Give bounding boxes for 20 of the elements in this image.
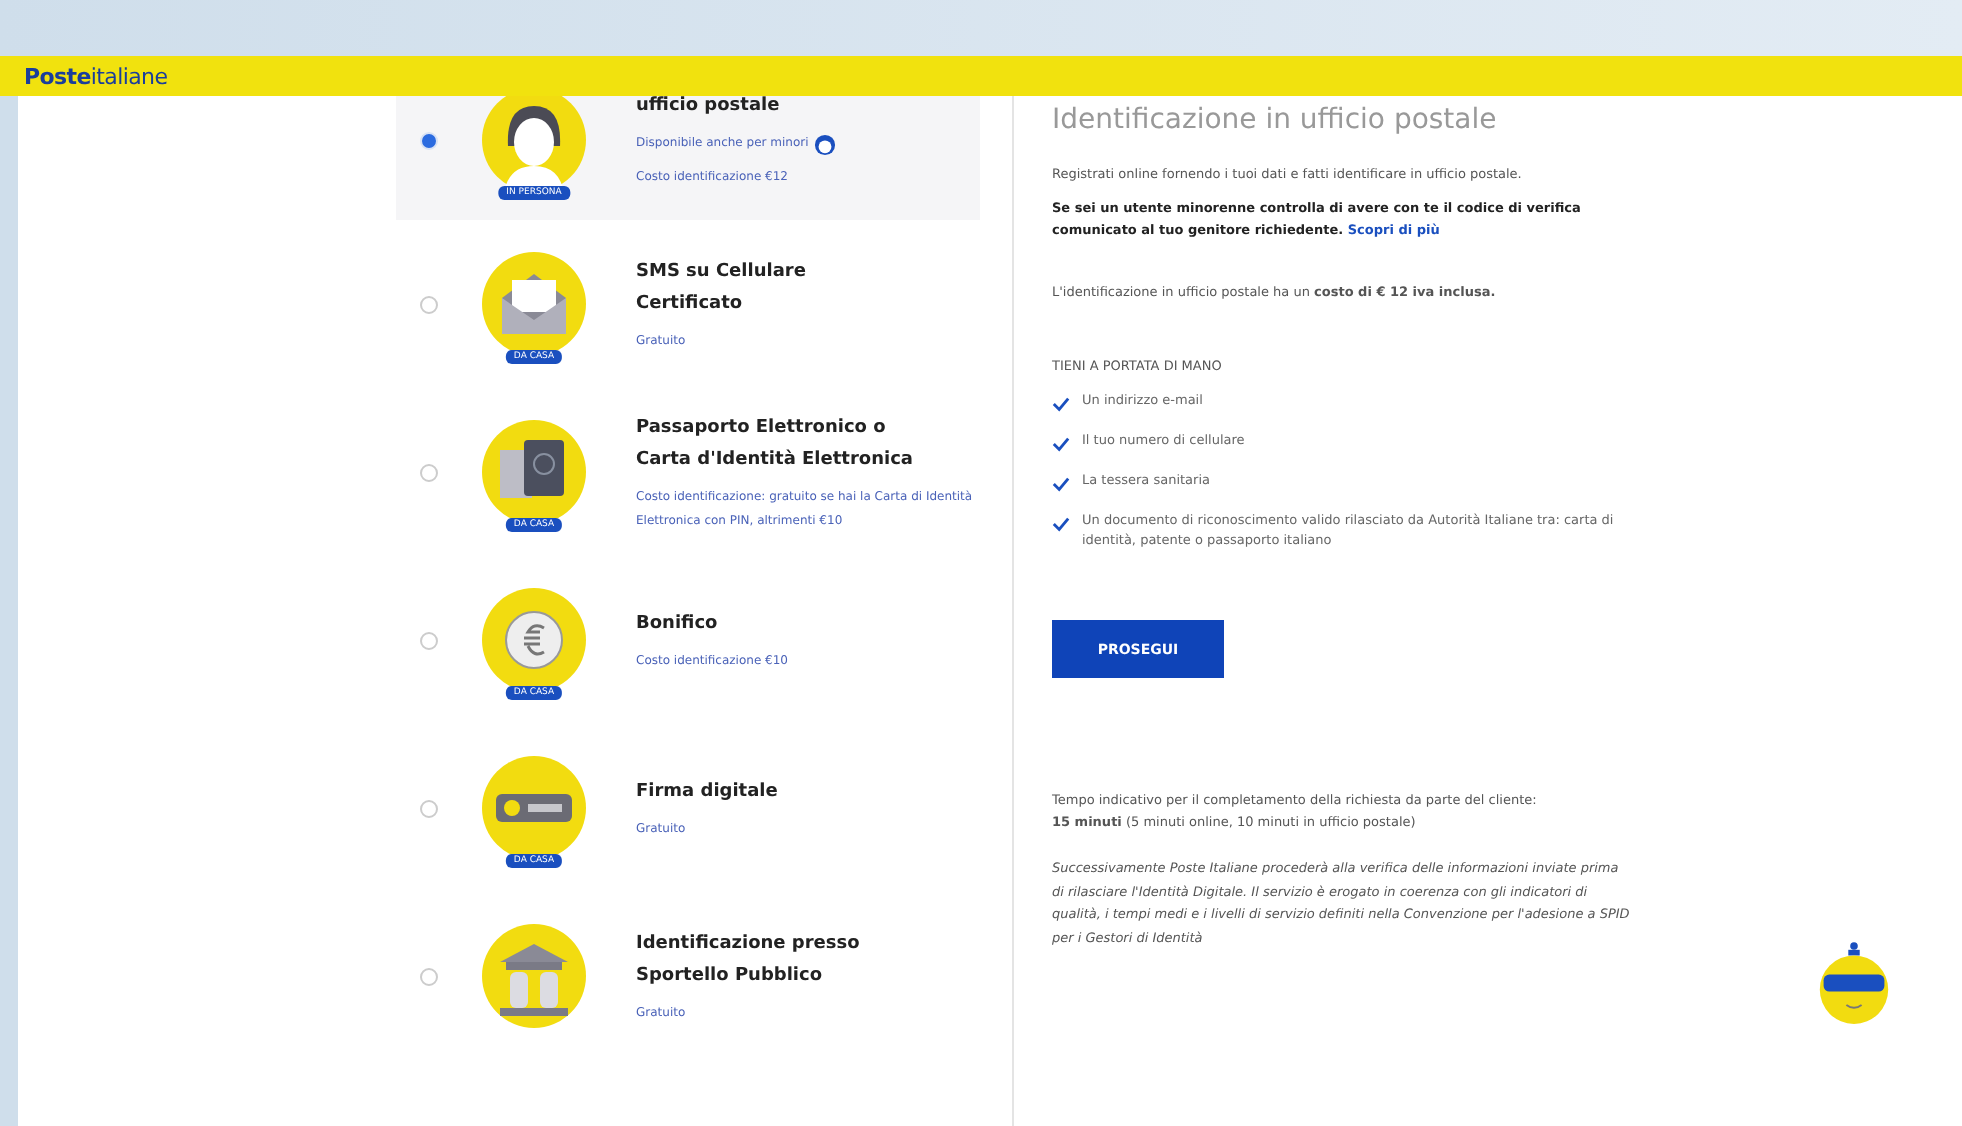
- check-icon: [1052, 476, 1070, 492]
- radio-button[interactable]: [420, 295, 438, 313]
- method-title: Passaporto Elettronico o Carta d'Identità Elettronica: [636, 415, 915, 473]
- method-title: Firma digitale: [636, 779, 780, 805]
- method-title: ufficio postale: [636, 96, 782, 120]
- check-icon: [1052, 436, 1070, 452]
- robot-icon[interactable]: [1816, 940, 1892, 1028]
- check-icon: [1052, 396, 1070, 412]
- detail-title: Identificazione in ufficio postale: [1052, 104, 1499, 136]
- radio-button[interactable]: [420, 131, 438, 149]
- check-icon: [1052, 516, 1070, 532]
- method-title: SMS su Cellulare Certificato: [636, 259, 808, 317]
- radio-button[interactable]: [420, 967, 438, 985]
- radio-button[interactable]: [420, 799, 438, 817]
- logo[interactable]: Posteitaliane: [24, 63, 168, 89]
- building-icon: [480, 922, 588, 1030]
- method-title: Identificazione presso Sportello Pubblico: [636, 931, 862, 989]
- method-title: Bonifico: [636, 611, 720, 637]
- radio-button[interactable]: [420, 463, 438, 481]
- radio-button[interactable]: [420, 631, 438, 649]
